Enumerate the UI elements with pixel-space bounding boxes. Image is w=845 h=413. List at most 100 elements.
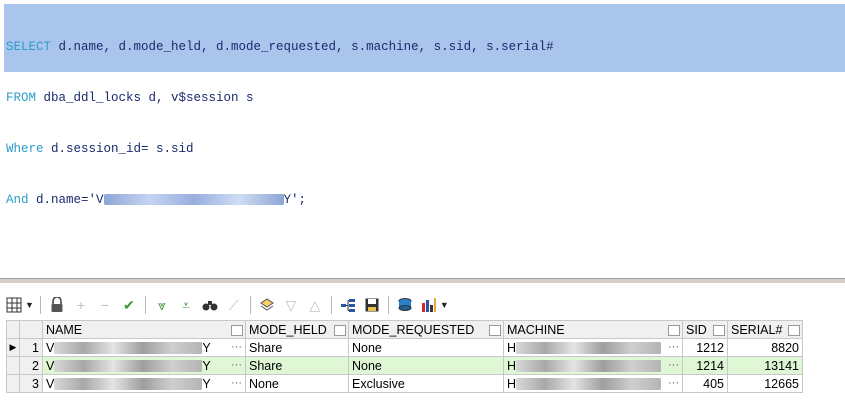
cell-mode-held[interactable]: None	[245, 374, 349, 393]
redacted-text	[54, 360, 203, 373]
column-header-mode-held[interactable]: MODE_HELD	[245, 320, 349, 339]
cell-name[interactable]: V Y ···	[42, 374, 246, 393]
clear-icon[interactable]: ⟋	[224, 295, 244, 315]
toolbar-separator	[330, 296, 332, 314]
sql-keyword: And	[6, 193, 29, 207]
previous-icon[interactable]: ▽	[281, 295, 301, 315]
sql-keyword: Where	[6, 142, 44, 156]
column-header-serial[interactable]: SERIAL#	[727, 320, 803, 339]
chevron-down-icon[interactable]: ▼	[440, 300, 449, 310]
column-filter-button[interactable]	[334, 325, 346, 336]
redacted-text	[516, 360, 662, 373]
fetch-next-icon[interactable]: ⩔	[152, 295, 172, 315]
column-label: NAME	[46, 322, 83, 337]
fetch-last-icon[interactable]: ⩡	[176, 295, 196, 315]
cell-mode-held[interactable]: Share	[245, 356, 349, 375]
chevron-down-icon[interactable]: ▼	[25, 300, 34, 310]
row-indicator	[6, 374, 20, 393]
single-record-view-icon[interactable]	[257, 295, 277, 315]
redacted-text	[103, 194, 284, 206]
table-row[interactable]: ▶ 1 V Y ··· Share None H ··· 1212 8820	[6, 338, 803, 357]
column-header-name[interactable]: NAME	[42, 320, 246, 339]
delete-record-icon[interactable]: −	[95, 295, 115, 315]
sql-keyword: SELECT	[6, 40, 52, 54]
sql-line-2: FROM dba_ddl_locks d, v$session s	[6, 90, 554, 107]
sql-keyword: FROM	[6, 91, 37, 105]
sql-text: dba_ddl_locks d, v$session s	[36, 91, 254, 105]
column-header-sid[interactable]: SID	[682, 320, 728, 339]
sql-editor[interactable]: SELECT d.name, d.mode_held, d.mode_reque…	[0, 0, 845, 278]
sql-text: d.session_id= s.sid	[43, 142, 194, 156]
chart-icon[interactable]	[419, 295, 439, 315]
column-header-mode-requested[interactable]: MODE_REQUESTED	[348, 320, 504, 339]
row-number[interactable]: 3	[19, 374, 43, 393]
cell-sid[interactable]: 405	[682, 374, 728, 393]
redacted-text	[516, 378, 662, 391]
cell-serial[interactable]: 12665	[727, 374, 803, 393]
cell-text: V	[46, 376, 55, 391]
header-indicator	[6, 320, 20, 339]
cell-serial[interactable]: 8820	[727, 338, 803, 357]
sql-text: Y';	[283, 193, 307, 207]
column-filter-button[interactable]	[668, 325, 680, 336]
sql-line-4: And d.name='V Y';	[6, 192, 554, 209]
ellipsis-button[interactable]: ···	[668, 359, 679, 371]
cell-text: V	[46, 340, 55, 355]
column-filter-button[interactable]	[788, 325, 800, 336]
toolbar-separator	[249, 296, 251, 314]
cell-name[interactable]: V Y ···	[42, 356, 246, 375]
cell-mode-held[interactable]: Share	[245, 338, 349, 357]
export-icon[interactable]	[395, 295, 415, 315]
header-row: NAME MODE_HELD MODE_REQUESTED MACHINE SI…	[6, 320, 803, 339]
cell-name[interactable]: V Y ···	[42, 338, 246, 357]
redacted-text	[54, 342, 203, 355]
cell-text: H	[507, 340, 517, 355]
ellipsis-button[interactable]: ···	[231, 377, 242, 389]
row-indicator	[6, 356, 20, 375]
ellipsis-button[interactable]: ···	[668, 377, 679, 389]
ellipsis-button[interactable]: ···	[668, 341, 679, 353]
grid-view-icon[interactable]	[4, 295, 24, 315]
column-label: SERIAL#	[731, 322, 783, 337]
column-header-machine[interactable]: MACHINE	[503, 320, 683, 339]
ellipsis-button[interactable]: ···	[231, 341, 242, 353]
cell-machine[interactable]: H ···	[503, 356, 683, 375]
row-number[interactable]: 1	[19, 338, 43, 357]
row-number[interactable]: 2	[19, 356, 43, 375]
add-record-icon[interactable]: +	[71, 295, 91, 315]
cell-serial[interactable]: 13141	[727, 356, 803, 375]
header-rownum	[19, 320, 43, 339]
cell-mode-requested[interactable]: None	[348, 338, 504, 357]
toolbar-separator	[387, 296, 389, 314]
cell-machine[interactable]: H ···	[503, 374, 683, 393]
results-pane: ▼ + − ✔ ⩔ ⩡ ⟋ ▽ △ ▼ NAME MODE_HELD MODE_…	[0, 283, 845, 413]
sql-text: d.name, d.mode_held, d.mode_requested, s…	[51, 40, 554, 54]
cell-text: H	[507, 376, 517, 391]
next-icon[interactable]: △	[305, 295, 325, 315]
post-changes-icon[interactable]: ✔	[119, 295, 139, 315]
column-filter-button[interactable]	[489, 325, 501, 336]
table-row[interactable]: 3 V Y ··· None Exclusive H ··· 405 12665	[6, 374, 803, 393]
redacted-text	[516, 342, 662, 355]
sql-line-1: SELECT d.name, d.mode_held, d.mode_reque…	[6, 39, 554, 56]
cell-sid[interactable]: 1214	[682, 356, 728, 375]
save-icon[interactable]	[362, 295, 382, 315]
cell-text: Y	[202, 340, 211, 355]
query-by-example-icon[interactable]	[200, 295, 220, 315]
explain-plan-icon[interactable]	[338, 295, 358, 315]
current-row-indicator-icon: ▶	[6, 338, 20, 357]
column-label: SID	[686, 322, 707, 337]
sql-code[interactable]: SELECT d.name, d.mode_held, d.mode_reque…	[6, 5, 554, 243]
lock-icon[interactable]	[47, 295, 67, 315]
cell-machine[interactable]: H ···	[503, 338, 683, 357]
toolbar-separator	[144, 296, 146, 314]
table-row[interactable]: 2 V Y ··· Share None H ··· 1214 13141	[6, 356, 803, 375]
cell-sid[interactable]: 1212	[682, 338, 728, 357]
column-filter-button[interactable]	[713, 325, 725, 336]
cell-mode-requested[interactable]: Exclusive	[348, 374, 504, 393]
cell-mode-requested[interactable]: None	[348, 356, 504, 375]
column-filter-button[interactable]	[231, 325, 243, 336]
toolbar-separator	[39, 296, 41, 314]
column-label: MODE_HELD	[249, 322, 327, 337]
ellipsis-button[interactable]: ···	[231, 359, 242, 371]
